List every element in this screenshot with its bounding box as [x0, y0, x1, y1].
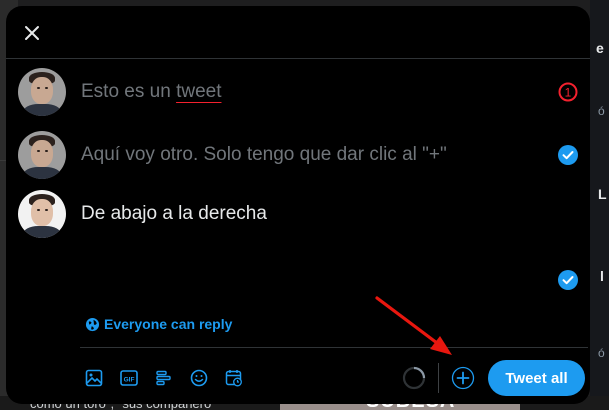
avatar: [18, 131, 66, 179]
avatar: [18, 68, 66, 116]
character-limit-warning-icon: 1: [558, 82, 578, 102]
svg-text:1: 1: [565, 86, 572, 100]
image-icon: [85, 369, 103, 387]
thread-tweet-2[interactable]: Aquí voy otro. Solo tengo que dar clic a…: [18, 131, 578, 179]
tweet-text[interactable]: Aquí voy otro. Solo tengo que dar clic a…: [81, 144, 447, 166]
toolbar-divider: [80, 347, 588, 348]
reply-setting-label: Everyone can reply: [104, 316, 233, 332]
character-progress-ring: [402, 366, 426, 390]
background-text-fragment: L: [598, 186, 607, 202]
gif-icon: GIF: [120, 370, 138, 386]
poll-icon: [156, 370, 171, 386]
avatar: [18, 190, 66, 238]
tweet-text-input[interactable]: De abajo a la derecha: [81, 203, 267, 225]
tweet-all-button[interactable]: Tweet all: [488, 360, 585, 396]
thread-tweet-1[interactable]: Esto es un tweet 1: [18, 68, 578, 116]
add-tweet-button[interactable]: [451, 366, 475, 390]
thread-tweet-3[interactable]: De abajo a la derecha: [18, 190, 578, 238]
add-emoji-button[interactable]: [183, 363, 215, 393]
add-poll-button[interactable]: [148, 363, 180, 393]
media-toolbar: GIF: [78, 363, 250, 393]
close-icon: [25, 26, 39, 40]
schedule-button[interactable]: [218, 363, 250, 393]
misspelled-word: tweet: [176, 81, 222, 102]
background-text-fragment: e: [596, 40, 604, 56]
emoji-icon: [190, 369, 208, 387]
background-text-fragment: ó: [598, 346, 605, 360]
close-button[interactable]: [18, 19, 46, 47]
tweet-composer-modal: Esto es un tweet 1 Aquí voy otro. Solo t…: [6, 6, 590, 404]
background-text-fragment: l: [600, 268, 604, 284]
globe-icon: [85, 317, 100, 331]
plus-icon: [451, 366, 475, 390]
background-text-fragment: ó: [598, 104, 605, 118]
add-image-button[interactable]: [78, 363, 110, 393]
schedule-icon: [225, 370, 242, 387]
check-icon: [558, 270, 578, 290]
toolbar-separator: [438, 363, 439, 393]
add-gif-button[interactable]: GIF: [113, 363, 145, 393]
header-divider: [6, 58, 590, 59]
reply-setting-button[interactable]: Everyone can reply: [85, 314, 232, 334]
tweet-text[interactable]: Esto es un tweet: [81, 81, 221, 103]
check-icon: [558, 145, 578, 165]
svg-text:GIF: GIF: [124, 377, 135, 384]
